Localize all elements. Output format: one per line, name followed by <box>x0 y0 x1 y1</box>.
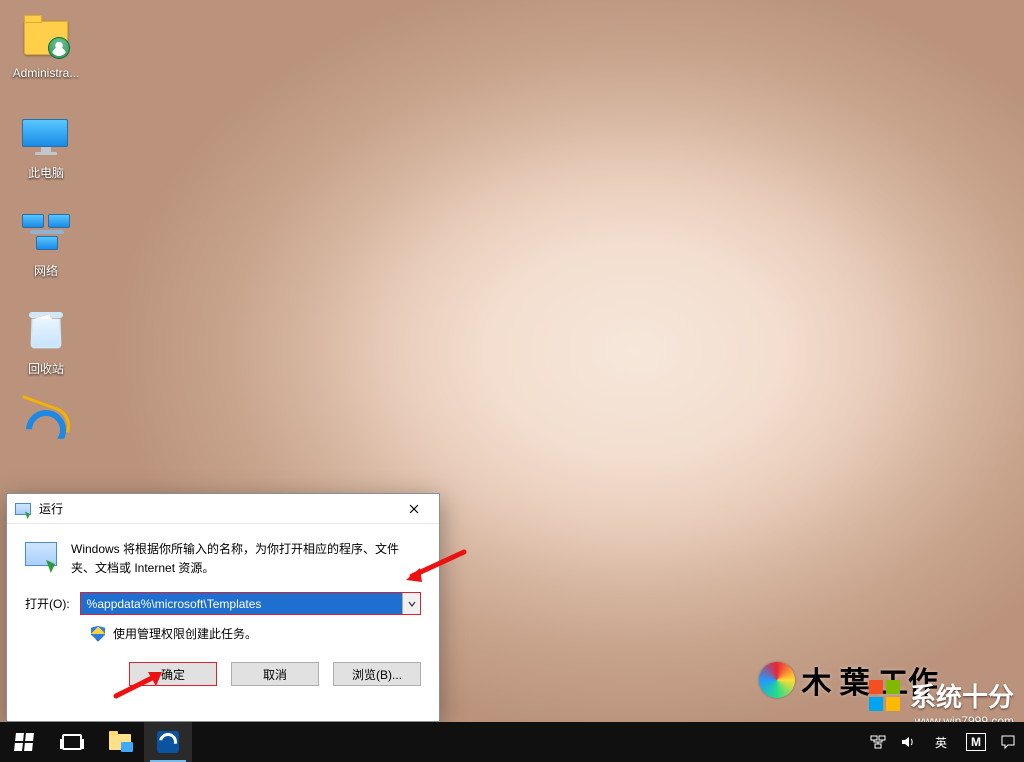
admin-note: 使用管理权限创建此任务。 <box>113 625 257 642</box>
internet-explorer-icon <box>22 406 70 454</box>
desktop-icon-ie[interactable] <box>8 406 84 458</box>
microsoft-logo-icon <box>869 680 900 711</box>
folder-user-icon <box>22 14 70 62</box>
recycle-bin-icon <box>22 308 70 356</box>
open-combobox[interactable] <box>80 592 421 615</box>
edge-icon <box>157 731 179 753</box>
tray-volume[interactable] <box>900 722 916 762</box>
windows-logo-icon <box>14 733 34 751</box>
start-button[interactable] <box>0 722 48 762</box>
speaker-icon <box>900 734 916 750</box>
file-explorer-icon <box>109 734 131 750</box>
system-tray: 英 M <box>870 722 1024 762</box>
task-view-icon <box>62 734 82 750</box>
network-tray-icon <box>870 734 886 750</box>
close-icon <box>409 504 419 514</box>
desktop-icon-this-pc[interactable]: 此电脑 <box>8 112 84 181</box>
task-view-button[interactable] <box>48 722 96 762</box>
browse-button[interactable]: 浏览(B)... <box>333 662 421 686</box>
cancel-button[interactable]: 取消 <box>231 662 319 686</box>
desktop-icon-label: Administra... <box>8 66 84 80</box>
taskbar: 英 M <box>0 722 1024 762</box>
run-icon <box>15 501 31 517</box>
watermark-brand-text: 系统十分 <box>910 677 1014 714</box>
open-input[interactable] <box>81 593 402 614</box>
run-titlebar[interactable]: 运行 <box>7 494 439 524</box>
desktop-icon-recycle-bin[interactable]: 回收站 <box>8 308 84 377</box>
open-dropdown-button[interactable] <box>402 593 420 614</box>
taskbar-app-edge[interactable] <box>144 722 192 762</box>
desktop-icon-label: 回收站 <box>8 360 84 377</box>
desktop: Administra... 此电脑 网络 回收站 运行 <box>0 0 1024 762</box>
desktop-icon-administrator[interactable]: Administra... <box>8 14 84 80</box>
network-icon <box>22 210 70 258</box>
tray-action-center[interactable] <box>1000 722 1016 762</box>
tray-ime-mode[interactable]: M <box>966 733 986 751</box>
chevron-down-icon <box>408 600 416 608</box>
tray-ime-lang[interactable]: 英 <box>930 722 952 762</box>
admin-note-row: 使用管理权限创建此任务。 <box>91 625 421 642</box>
desktop-icon-label: 网络 <box>8 262 84 279</box>
close-button[interactable] <box>391 495 437 523</box>
tray-network[interactable] <box>870 722 886 762</box>
shield-icon <box>91 626 105 642</box>
desktop-icon-label: 此电脑 <box>8 164 84 181</box>
open-label: 打开(O): <box>25 595 70 612</box>
ok-button[interactable]: 确定 <box>129 662 217 686</box>
watermark-brand: 系统十分 <box>869 677 1014 714</box>
run-icon <box>25 540 57 572</box>
this-pc-icon <box>22 112 70 160</box>
run-description: Windows 将根据你所输入的名称，为你打开相应的程序、文件夹、文档或 Int… <box>71 540 421 578</box>
action-center-icon <box>1000 734 1016 750</box>
run-title: 运行 <box>39 500 391 517</box>
run-dialog: 运行 Windows 将根据你所输入的名称，为你打开相应的程序、文件夹、文档或 … <box>6 493 440 722</box>
taskbar-app-explorer[interactable] <box>96 722 144 762</box>
desktop-icon-network[interactable]: 网络 <box>8 210 84 279</box>
swirl-icon <box>759 662 795 698</box>
